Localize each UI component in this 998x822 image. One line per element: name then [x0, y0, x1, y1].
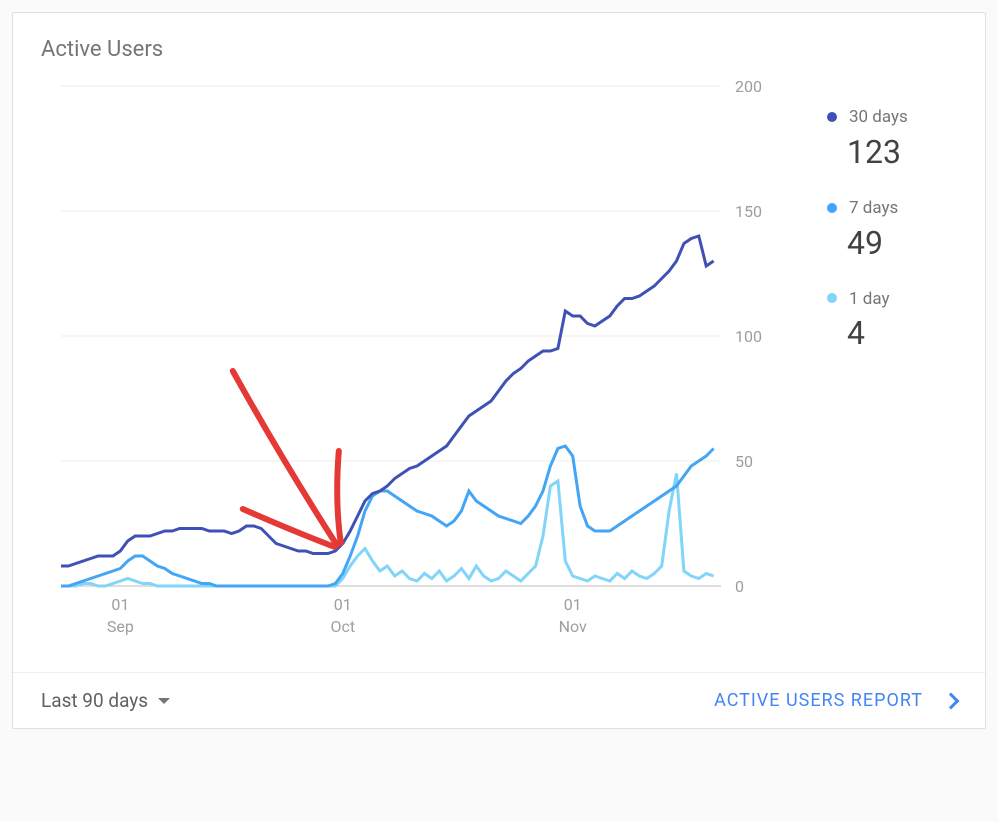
legend-dot-icon	[827, 293, 837, 303]
legend-value: 49	[827, 224, 957, 262]
active-users-report-link[interactable]: ACTIVE USERS REPORT	[714, 690, 957, 711]
svg-text:150: 150	[735, 202, 762, 221]
legend-dot-icon	[827, 203, 837, 213]
legend-item-1-day[interactable]: 1 day 4	[827, 288, 957, 353]
svg-text:01: 01	[564, 595, 582, 614]
svg-text:100: 100	[735, 327, 762, 346]
legend-item-30-days[interactable]: 30 days 123	[827, 106, 957, 171]
svg-text:Sep: Sep	[107, 617, 134, 636]
chevron-right-icon	[943, 692, 960, 709]
svg-text:50: 50	[735, 452, 753, 471]
legend: 30 days 123 7 days 49 1 day 4	[807, 76, 957, 656]
legend-label: 1 day	[849, 288, 890, 308]
svg-text:01: 01	[111, 595, 129, 614]
card-body: Active Users 0 50 100 150 200 01 Sep 01 Oct 01 Nov…	[13, 13, 985, 672]
svg-text:0: 0	[735, 577, 744, 596]
svg-text:01: 01	[334, 595, 352, 614]
legend-dot-icon	[827, 112, 837, 122]
chart-row: 0 50 100 150 200 01 Sep 01 Oct 01 Nov 30 days 123 …	[41, 76, 957, 656]
active-users-card: Active Users 0 50 100 150 200 01 Sep 01 Oct 01 Nov…	[12, 12, 986, 729]
svg-text:200: 200	[735, 77, 762, 96]
legend-label: 7 days	[849, 198, 898, 218]
card-footer: Last 90 days ACTIVE USERS REPORT	[13, 672, 985, 728]
line-chart: 0 50 100 150 200 01 Sep 01 Oct 01 Nov	[41, 76, 781, 656]
date-range-label: Last 90 days	[41, 689, 148, 712]
svg-text:Oct: Oct	[330, 617, 355, 636]
legend-value: 4	[827, 314, 957, 352]
legend-item-7-days[interactable]: 7 days 49	[827, 197, 957, 262]
report-link-label: ACTIVE USERS REPORT	[714, 690, 923, 711]
chart-area: 0 50 100 150 200 01 Sep 01 Oct 01 Nov	[41, 76, 807, 656]
chevron-down-icon	[158, 698, 170, 704]
legend-label: 30 days	[849, 107, 908, 127]
date-range-selector[interactable]: Last 90 days	[41, 689, 170, 712]
card-title: Active Users	[41, 37, 957, 62]
svg-text:Nov: Nov	[559, 617, 587, 636]
legend-value: 123	[827, 133, 957, 171]
